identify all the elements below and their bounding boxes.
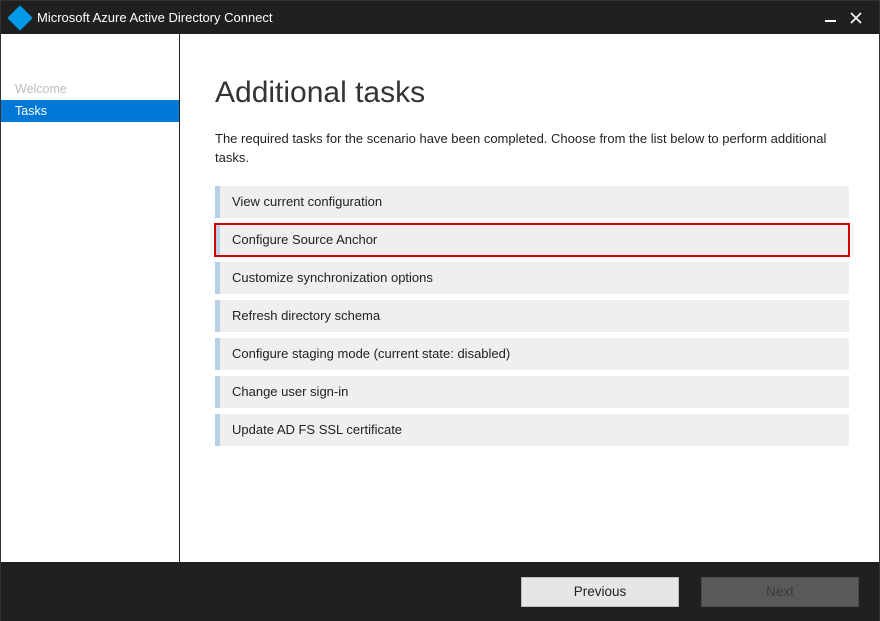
task-change-user-sign-in[interactable]: Change user sign-in	[215, 376, 849, 408]
titlebar: Microsoft Azure Active Directory Connect	[1, 1, 879, 34]
close-button[interactable]	[843, 5, 869, 31]
task-accent-bar	[215, 376, 220, 408]
previous-button[interactable]: Previous	[521, 577, 679, 607]
sidebar-item-label: Welcome	[15, 82, 67, 96]
task-refresh-schema[interactable]: Refresh directory schema	[215, 300, 849, 332]
window-title: Microsoft Azure Active Directory Connect	[37, 10, 273, 25]
button-label: Previous	[574, 584, 627, 599]
button-label: Next	[766, 584, 794, 599]
task-list: View current configuration Configure Sou…	[215, 186, 849, 446]
task-update-adfs-ssl[interactable]: Update AD FS SSL certificate	[215, 414, 849, 446]
content-area: Welcome Tasks Additional tasks The requi…	[1, 34, 879, 562]
task-label: Change user sign-in	[232, 384, 348, 399]
task-customize-sync[interactable]: Customize synchronization options	[215, 262, 849, 294]
task-accent-bar	[215, 338, 220, 370]
task-accent-bar	[215, 300, 220, 332]
sidebar-item-tasks[interactable]: Tasks	[1, 100, 179, 122]
task-accent-bar	[215, 262, 220, 294]
task-configure-staging-mode[interactable]: Configure staging mode (current state: d…	[215, 338, 849, 370]
next-button: Next	[701, 577, 859, 607]
main-panel: Additional tasks The required tasks for …	[180, 34, 879, 562]
task-configure-source-anchor[interactable]: Configure Source Anchor	[215, 224, 849, 256]
task-label: Update AD FS SSL certificate	[232, 422, 402, 437]
sidebar-item-label: Tasks	[15, 104, 47, 118]
page-description: The required tasks for the scenario have…	[215, 130, 849, 168]
task-label: View current configuration	[232, 194, 382, 209]
task-label: Customize synchronization options	[232, 270, 433, 285]
task-label: Refresh directory schema	[232, 308, 380, 323]
task-accent-bar	[215, 186, 220, 218]
task-accent-bar	[215, 224, 220, 256]
task-label: Configure staging mode (current state: d…	[232, 346, 510, 361]
azure-icon	[7, 5, 32, 30]
page-title: Additional tasks	[215, 76, 849, 110]
sidebar-item-welcome[interactable]: Welcome	[1, 78, 179, 100]
task-accent-bar	[215, 414, 220, 446]
sidebar: Welcome Tasks	[1, 34, 180, 562]
minimize-button[interactable]	[817, 5, 843, 31]
task-view-configuration[interactable]: View current configuration	[215, 186, 849, 218]
task-label: Configure Source Anchor	[232, 232, 377, 247]
footer: Previous Next	[1, 562, 879, 621]
